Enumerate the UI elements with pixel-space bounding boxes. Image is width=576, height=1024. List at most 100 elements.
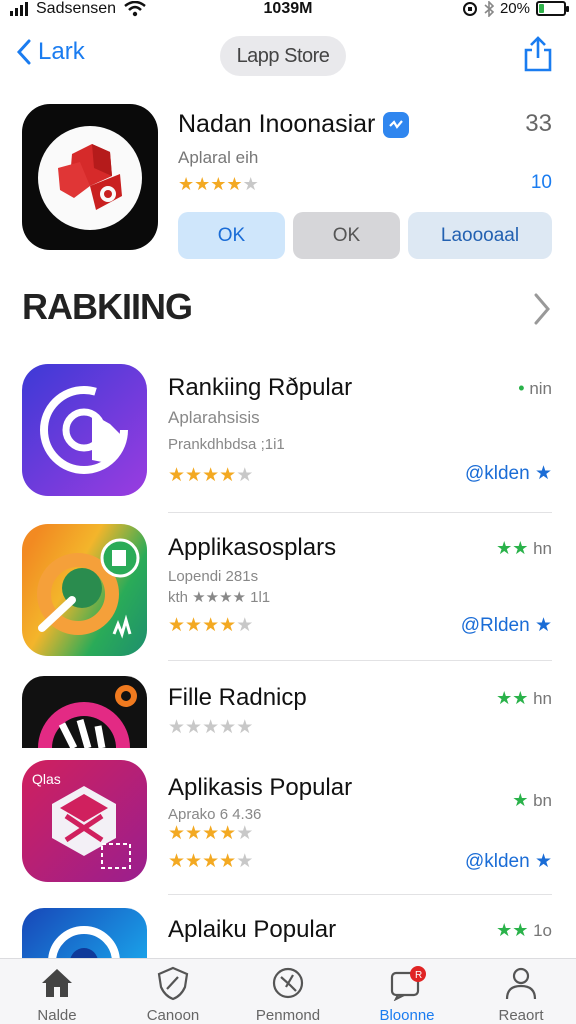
back-button[interactable]: Lark [16,38,85,66]
rating-star-icon: ★ [185,615,203,636]
rating-star-icon: ★ [219,615,237,636]
rating-star-icon: ★ [219,465,237,486]
divider [168,894,552,895]
item-rating: ★★★★★ [168,716,253,739]
back-label: Lark [38,38,85,65]
item-meta-mark: • [518,378,525,398]
rating-star-icon: ★ [168,717,186,738]
rating-star-icon: ★ [219,851,237,872]
featured-app-subtitle: Aplaral eih [178,148,259,167]
tab-canoon[interactable]: Canoon [118,965,228,1024]
chevron-right-icon[interactable] [532,292,552,326]
rating-star-icon: ★ [236,823,254,844]
item-rating-small: ★★★★★ [168,822,253,845]
blue-swirl-icon [22,908,147,958]
item-meta-mark: ★★ [496,688,529,708]
item-name: Applikasosplars [168,534,337,561]
download-button[interactable]: Laoooaal [408,212,552,259]
rating-star-icon: ★ [185,465,203,486]
rating-star-icon: ★ [236,717,254,738]
item-developer-link[interactable]: @Rlden ★ [461,614,552,637]
battery-icon [536,1,569,16]
item-rating: ★★★★★ [168,464,253,487]
icon-badge-text: Qlas [32,771,61,787]
item-meta: ★ bn [512,790,552,811]
rating-star-icon: ★ [202,823,220,844]
tab-label: Bloonne [379,1007,435,1024]
rating-star-icon: ★ [202,717,220,738]
featured-actions: OK OK Laoooaal [178,212,552,259]
rating-star-icon: ★ [226,174,243,194]
item-meta: • nin [518,378,552,399]
tab-bar: Nalde Canoon Penmond R Bloonne Reaort [0,958,576,1024]
section-title: RABKIING [22,286,193,327]
tab-label: Nalde [37,1007,77,1024]
item-meta: ★★ hn [496,688,552,709]
item-name: Fille Radnicp [168,684,307,711]
featured-app: Nadan Inoonasiar 33 Aplaral eih ★★★★★ 10… [0,104,576,264]
chevron-left-icon [16,39,31,65]
item-meta: ★★ 1o [496,920,552,941]
share-icon[interactable] [522,36,554,72]
tab-reaort[interactable]: Reaort [466,965,576,1024]
item-meta-text: nin [529,379,552,398]
camera-swirl-icon [22,364,147,496]
divider [168,660,552,661]
star-icon: ★ [534,615,552,636]
rating-star-icon: ★ [168,851,186,872]
rating-star-icon: ★ [242,174,259,194]
rating-star-icon: ★ [202,465,220,486]
battery-percent: 20% [499,0,530,17]
shield-icon [157,966,189,1001]
corner-mark: 33 [525,110,552,137]
item-name: Aplaiku Popular [168,916,337,943]
rating-star-icon: ★ [236,615,254,636]
item-meta-text: hn [533,539,552,558]
rating-star-icon: ★ [168,615,186,636]
featured-app-rating: ★★★★★ [178,174,259,195]
music-icon [22,676,147,748]
item-meta-text: 1o [533,921,552,940]
status-bar: Sadsensen 1039M 20% [0,0,576,22]
tab-label: Canoon [146,1007,200,1024]
ok-primary-button[interactable]: OK [178,212,285,259]
item-developer-link[interactable]: @klden ★ [465,462,552,485]
tab-home[interactable]: Nalde [2,965,112,1024]
brush-icon [22,524,147,656]
tab-penmond[interactable]: Penmond [233,965,343,1024]
item-rating: ★★★★★ [168,850,253,873]
item-developer-link[interactable]: @klden ★ [465,850,552,873]
ok-secondary-button[interactable]: OK [293,212,400,259]
item-subtitle-secondary: kth ★★★★ 1l1 [168,589,271,606]
item-meta-mark: ★★ [496,920,529,940]
navigation-bar: Lark Lapp Store [0,34,576,80]
item-meta-mark: ★★ [496,538,529,558]
item-meta: ★★ hn [496,538,552,559]
store-title-pill: Lapp Store [220,36,346,76]
item-subtitle: Aprako 6 4.36 [168,806,262,823]
item-link-text: @klden [464,463,530,484]
lock-rotation-icon [462,1,477,16]
verified-badge-icon [383,111,410,138]
item-name: Rankiing Rðpular [168,374,353,401]
tab-bloonne[interactable]: R Bloonne [352,965,462,1024]
rating-star-icon: ★ [202,851,220,872]
item-meta-mark: ★ [512,790,529,810]
compass-icon [272,967,304,999]
featured-app-icon[interactable] [22,104,158,250]
rating-star-icon: ★ [202,615,220,636]
item-link-text: @Rlden [460,615,530,636]
rating-star-icon: ★ [219,823,237,844]
rating-star-icon: ★ [185,823,203,844]
featured-app-title: Nadan Inoonasiar [178,110,410,139]
tab-label: Reaort [498,1007,544,1024]
rating-star-icon: ★ [168,465,186,486]
rating-star-icon: ★ [194,174,211,194]
status-right: 20% [462,0,569,17]
home-icon [42,969,72,997]
featured-app-count: 10 [530,172,552,193]
divider [168,512,552,513]
item-meta-text: bn [533,791,552,810]
rating-star-icon: ★ [219,717,237,738]
inbox-icon: R [390,966,426,1001]
